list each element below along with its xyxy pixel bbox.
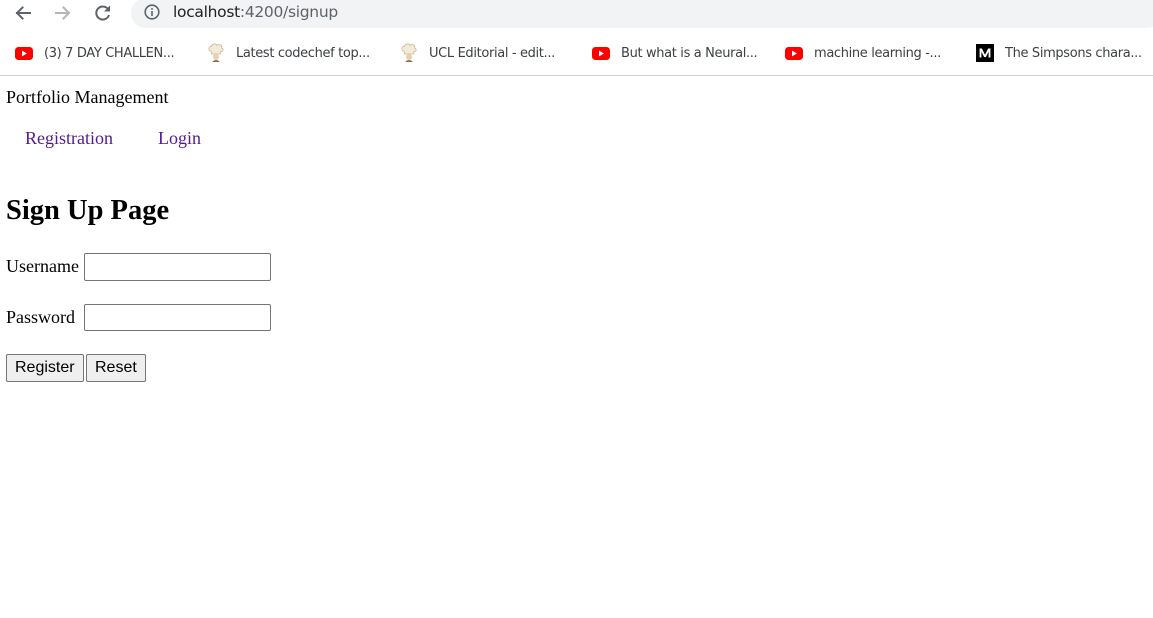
bookmark-label: The Simpsons chara... — [1005, 45, 1142, 61]
address-bar[interactable]: localhost:4200/signup — [131, 0, 1153, 28]
nav-link-registration[interactable]: Registration — [25, 128, 113, 148]
register-button[interactable]: Register — [6, 354, 84, 382]
back-button[interactable] — [11, 2, 35, 24]
youtube-icon — [592, 44, 610, 62]
page-content: Portfolio Management Registration Login … — [0, 76, 1153, 618]
bookmark-label: machine learning -... — [814, 45, 941, 61]
brand-title: Portfolio Management — [6, 87, 169, 107]
bookmark-label: (3) 7 DAY CHALLEN... — [44, 45, 175, 61]
bookmark-item[interactable]: But what is a Neural... — [592, 38, 758, 68]
page-title: Sign Up Page — [6, 195, 170, 226]
username-input[interactable] — [84, 253, 271, 281]
medium-icon — [976, 44, 994, 62]
nav-link-login[interactable]: Login — [158, 128, 201, 148]
bookmark-item[interactable]: machine learning -... — [785, 38, 941, 68]
reload-icon — [93, 3, 113, 23]
youtube-icon — [785, 44, 803, 62]
reload-button[interactable] — [91, 2, 115, 24]
bookmark-item[interactable]: UCL Editorial - edit... — [400, 38, 555, 68]
codechef-chef-icon — [207, 43, 225, 62]
password-input[interactable] — [84, 304, 271, 331]
forward-arrow-icon — [53, 3, 73, 23]
youtube-icon — [15, 44, 33, 62]
username-label: Username — [6, 256, 79, 276]
reset-button[interactable]: Reset — [86, 354, 146, 382]
url-text: localhost:4200/signup — [173, 2, 338, 22]
browser-toolbar: localhost:4200/signup — [0, 0, 1153, 28]
forward-button[interactable] — [51, 2, 75, 24]
codechef-chef-icon — [400, 43, 418, 62]
bookmark-item[interactable]: The Simpsons chara... — [976, 38, 1142, 68]
url-host: localhost — [173, 3, 240, 21]
password-label: Password — [6, 307, 76, 327]
bookmark-label: Latest codechef top... — [236, 45, 370, 61]
url-path: :4200/signup — [239, 3, 338, 21]
bookmarks-bar: (3) 7 DAY CHALLEN... Latest codechef top… — [0, 38, 1153, 68]
site-info-icon[interactable] — [144, 4, 160, 20]
bookmark-item[interactable]: Latest codechef top... — [207, 38, 370, 68]
back-arrow-icon — [13, 3, 33, 23]
bookmark-item[interactable]: (3) 7 DAY CHALLEN... — [15, 38, 175, 68]
bookmark-label: But what is a Neural... — [621, 45, 758, 61]
bookmark-label: UCL Editorial - edit... — [429, 45, 555, 61]
